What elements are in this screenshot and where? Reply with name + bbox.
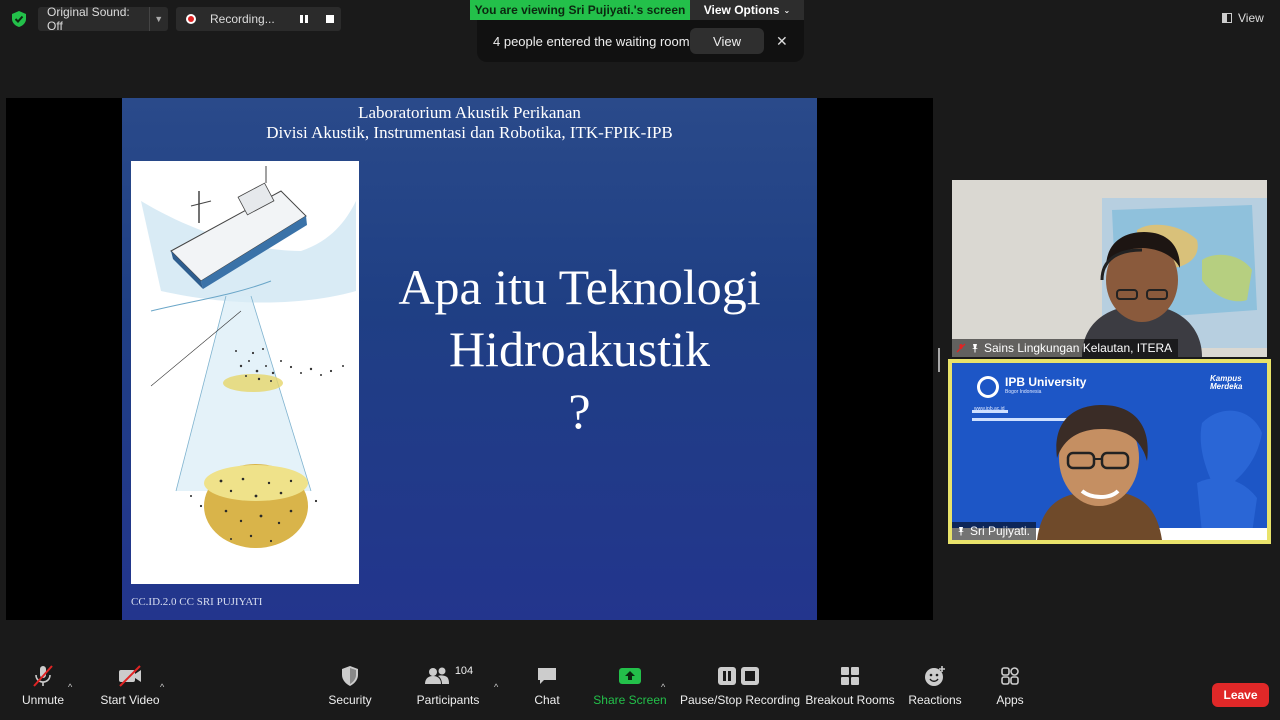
pause-stop-recording-label: Pause/Stop Recording xyxy=(679,693,801,707)
chevron-up-icon[interactable]: ^ xyxy=(160,682,164,692)
slide-title-line1: Apa itu Teknologi xyxy=(398,259,761,315)
backdrop-sub: Bogor Indonesia xyxy=(1005,389,1042,395)
muted-mic-icon xyxy=(956,343,966,353)
leave-button[interactable]: Leave xyxy=(1212,683,1269,707)
viewing-screen-banner: You are viewing Sri Pujiyati.'s screen xyxy=(470,0,690,20)
recording-indicator: Recording... xyxy=(176,7,341,31)
chevron-down-icon[interactable]: ▼ xyxy=(148,7,168,31)
participants-button[interactable]: 104 Participants xyxy=(403,664,493,707)
reactions-label: Reactions xyxy=(908,693,962,707)
slide-title-line3: ? xyxy=(568,383,591,439)
pause-recording-icon[interactable] xyxy=(300,15,308,23)
slide-header-line2: Divisi Akustik, Instrumentasi dan Roboti… xyxy=(266,123,673,142)
unmute-label: Unmute xyxy=(21,693,65,707)
original-sound-label: Original Sound: Off xyxy=(47,5,130,33)
close-icon[interactable]: ✕ xyxy=(776,33,788,50)
participants-count: 104 xyxy=(454,665,474,677)
chevron-up-icon[interactable]: ^ xyxy=(661,682,665,692)
participant-video-tile[interactable]: Sains Lingkungan Kelautan, ITERA xyxy=(952,180,1267,357)
security-button[interactable]: Security xyxy=(305,664,395,707)
participants-icon xyxy=(424,667,449,684)
view-options-label: View Options xyxy=(703,3,780,17)
panel-resize-handle[interactable] xyxy=(938,348,940,372)
pin-icon xyxy=(972,344,978,353)
slide-header-line1: Laboratorium Akustik Perikanan xyxy=(358,103,581,122)
chevron-up-icon[interactable]: ^ xyxy=(494,682,498,692)
chat-button[interactable]: Chat xyxy=(502,664,592,707)
active-speaker-tile[interactable]: IPB University Bogor Indonesia www.ipb.a… xyxy=(948,359,1271,544)
presentation-slide: Laboratorium Akustik Perikanan Divisi Ak… xyxy=(122,98,817,620)
reactions-icon xyxy=(925,666,945,686)
security-label: Security xyxy=(328,693,372,707)
shield-icon xyxy=(342,666,358,686)
apps-button[interactable]: Apps xyxy=(965,664,1055,707)
unmute-button[interactable]: Unmute xyxy=(0,664,88,707)
chevron-down-icon: ⌄ xyxy=(783,5,791,15)
view-layout-icon xyxy=(1222,13,1232,23)
apps-icon xyxy=(1001,667,1019,685)
hydroacoustic-illustration xyxy=(131,161,359,584)
original-sound-toggle[interactable]: Original Sound: Off ▼ xyxy=(38,5,168,33)
video-off-icon xyxy=(119,665,141,687)
start-video-label: Start Video xyxy=(100,693,160,707)
view-label: View xyxy=(1238,11,1264,25)
waiting-room-view-button[interactable]: View xyxy=(690,28,764,54)
shield-icon xyxy=(12,11,26,27)
share-screen-label: Share Screen xyxy=(593,693,667,707)
slide-title-line2: Hidroakustik xyxy=(448,321,711,377)
view-button[interactable]: View xyxy=(1222,8,1264,28)
participant-name-tag: Sri Pujiyati. xyxy=(952,522,1037,540)
waiting-room-notification: 4 people entered the waiting room View ✕ xyxy=(477,20,804,62)
stop-recording-icon[interactable] xyxy=(326,15,334,23)
chat-icon xyxy=(538,668,556,684)
chat-label: Chat xyxy=(534,693,560,707)
participant-name: Sains Lingkungan Kelautan, ITERA xyxy=(984,341,1173,355)
pin-icon xyxy=(958,527,964,536)
backdrop-tag: Kampus Merdeka xyxy=(1210,374,1243,391)
breakout-rooms-label: Breakout Rooms xyxy=(805,693,895,707)
breakout-rooms-button[interactable]: Breakout Rooms xyxy=(805,664,895,707)
recording-label: Recording... xyxy=(210,12,275,26)
pause-stop-icon xyxy=(718,667,759,685)
slide-footer: CC.ID.2.0 CC SRI PUJIYATI xyxy=(131,596,263,608)
participants-label: Participants xyxy=(416,693,480,707)
participant-video xyxy=(952,180,1267,357)
waiting-room-text: 4 people entered the waiting room xyxy=(493,33,690,49)
muted-mic-icon xyxy=(33,665,53,687)
view-options-button[interactable]: View Options ⌄ xyxy=(690,0,804,20)
record-icon xyxy=(186,14,196,24)
breakout-rooms-icon xyxy=(841,667,859,685)
chevron-up-icon[interactable]: ^ xyxy=(68,682,72,692)
pause-stop-recording-button[interactable]: Pause/Stop Recording xyxy=(680,664,800,707)
backdrop-url: www.ipb.ac.id xyxy=(974,406,1005,412)
participant-name: Sri Pujiyati. xyxy=(970,524,1031,538)
participant-name-tag: Sains Lingkungan Kelautan, ITERA xyxy=(952,339,1179,357)
backdrop-brand: IPB University xyxy=(1005,375,1087,389)
participants-icon-row: 104 xyxy=(423,664,473,688)
apps-label: Apps xyxy=(996,693,1024,707)
share-screen-icon xyxy=(619,668,641,684)
